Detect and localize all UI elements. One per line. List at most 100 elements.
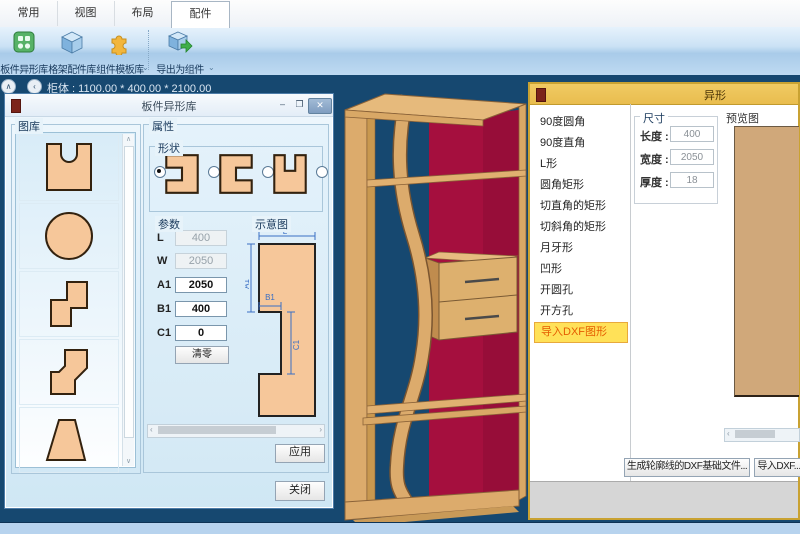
scroll-left-icon[interactable]: ‹ [150,425,153,435]
tab-common[interactable]: 常用 [0,1,58,26]
back-button[interactable]: ‹ [27,79,42,94]
component-template-library-icon [107,29,133,55]
param-input-L[interactable] [175,230,227,246]
close-icon[interactable]: ✕ [308,98,332,114]
circle-shape [39,206,99,266]
menu-tab-bar: 常用 视图 布局 配件 [0,0,800,28]
tab-accessories[interactable]: 配件 [171,1,230,28]
scroll-up-icon[interactable]: ∧ [123,135,134,143]
param-name-C1: C1 [157,327,171,339]
thickness-input[interactable] [670,172,714,188]
list-item-l-shape[interactable]: L形 [534,154,626,175]
scroll-right-icon[interactable]: › [319,425,322,435]
parameter-diagram: L A1 B1 C1 [245,228,323,420]
notched-square-shape [39,138,99,198]
list-item-import-dxf-selected[interactable]: 导入DXF图形 [534,322,628,343]
special-shape-window: 异形 90度圆角 90度直角 L形 圆角矩形 切直角的矩形 切斜角的矩形 月牙形… [528,82,800,520]
trapezoid-shape [39,410,99,470]
clear-button[interactable]: 清零 [175,346,229,364]
frame-accessory-library-button[interactable]: 格架配件库 [48,29,96,72]
param-input-W[interactable] [175,253,227,269]
apply-button[interactable]: 应用 [275,444,325,463]
param-name-B1: B1 [157,303,171,315]
gallery-scrollbar[interactable]: ∧ ∨ [122,134,134,466]
slot-left-shape[interactable] [163,152,201,196]
bottom-status-strip [0,522,800,534]
length-input[interactable] [670,126,714,142]
shape-group-label: 形状 [155,140,183,156]
properties-scrollbar[interactable]: ‹ › [147,424,325,438]
params-group-label: 参数 [155,216,183,232]
scroll-down-icon[interactable]: ∨ [123,457,134,465]
chamfered-stair-shape [39,342,99,402]
preview-scroll-thumb[interactable] [735,430,775,438]
param-input-B1[interactable] [175,301,227,317]
properties-group-label: 属性 [149,118,177,134]
size-group-label: 尺寸 [640,110,668,126]
left-window-titlebar[interactable]: 板件异形库 – ❐ ✕ [5,94,333,117]
cabinet-geometry [345,94,526,522]
preview-scrollbar[interactable]: ‹ [724,428,800,442]
slot-top-shape[interactable] [271,152,309,196]
length-label: 长度 : [640,128,669,144]
cabinet-3d-view[interactable] [333,76,528,522]
frame-accessory-library-icon [59,29,85,55]
maximize-button[interactable]: ❐ [292,98,307,112]
gallery-item-stair[interactable] [19,271,119,337]
tab-view[interactable]: 视图 [57,1,115,26]
diagram-group-label: 示意图 [252,216,291,232]
ribbon-button-label: 板件异形库 [0,61,48,76]
preview-label: 预览图 [726,110,759,126]
gallery-item-trapezoid[interactable] [19,407,119,473]
panel-shape-library-icon [11,29,37,55]
gallery-scroll-thumb[interactable] [124,146,134,438]
width-label: 宽度 : [640,151,669,167]
gallery-group-label: 图库 [15,118,43,134]
list-item-rounded-rect[interactable]: 圆角矩形 [534,175,626,196]
ribbon-button-label: 格架配件库 [48,61,96,76]
group-dropdown-marker[interactable]: ⌄ [208,63,215,72]
collapse-ribbon-button[interactable]: ∧ [1,79,16,94]
right-window-titlebar[interactable]: 异形 [530,84,798,105]
right-window-footer [530,481,798,518]
list-item-concave[interactable]: 凹形 [534,259,626,280]
generate-dxf-base-file-button[interactable]: 生成轮廓线的DXF基础文件... [624,458,750,477]
properties-scroll-thumb[interactable] [158,426,276,434]
dim-label-C1: C1 [292,339,301,350]
minimize-button[interactable]: – [275,98,290,112]
stair-shape [39,274,99,334]
list-item-right-angle-cut-rect[interactable]: 切直角的矩形 [534,196,626,217]
panel-shape-library-window: 板件异形库 – ❐ ✕ 图库 [4,93,334,509]
gallery-item-notched-square[interactable] [19,135,119,201]
gallery-item-chamfered-stair[interactable] [19,339,119,405]
ribbon-toolbar: 板件异形库 格架配件库 组件模板库 导出为组件 ⌄ ⌄ [0,27,800,77]
list-divider [630,104,631,482]
width-input[interactable] [670,149,714,165]
gallery-item-circle[interactable] [19,203,119,269]
export-as-component-button[interactable]: 导出为组件 [154,29,206,72]
list-item-square-hole[interactable]: 开方孔 [534,301,626,322]
import-dxf-button[interactable]: 导入DXF... [754,458,800,477]
panel-shape-library-button[interactable]: 板件异形库 [0,29,48,72]
close-button[interactable]: 关闭 [275,481,325,501]
list-item-round-hole[interactable]: 开圆孔 [534,280,626,301]
param-input-A1[interactable] [175,277,227,293]
dim-label-A1: A1 [245,279,251,289]
slot-right-shape[interactable] [217,152,255,196]
dim-label-B1: B1 [265,293,275,302]
param-name-W: W [157,255,167,267]
component-template-library-button[interactable]: 组件模板库 [96,29,144,72]
ribbon-button-label: 导出为组件 [154,61,206,76]
group-dropdown-marker[interactable]: ⌄ [142,63,149,72]
dxf-preview-panel [734,126,799,397]
tab-layout[interactable]: 布局 [114,1,172,26]
list-item-round-corner-90[interactable]: 90度圆角 [534,112,626,133]
list-item-crescent[interactable]: 月牙形 [534,238,626,259]
param-input-C1[interactable] [175,325,227,341]
shape-radio-extra[interactable] [316,166,328,178]
workspace: ∧ ‹ 柜体 : 1100.00 * 400.00 * 2100.00 [0,75,800,522]
thickness-label: 厚度 : [640,174,669,190]
list-item-right-angle-90[interactable]: 90度直角 [534,133,626,154]
scroll-left-icon[interactable]: ‹ [727,429,730,439]
list-item-bevel-cut-rect[interactable]: 切斜角的矩形 [534,217,626,238]
